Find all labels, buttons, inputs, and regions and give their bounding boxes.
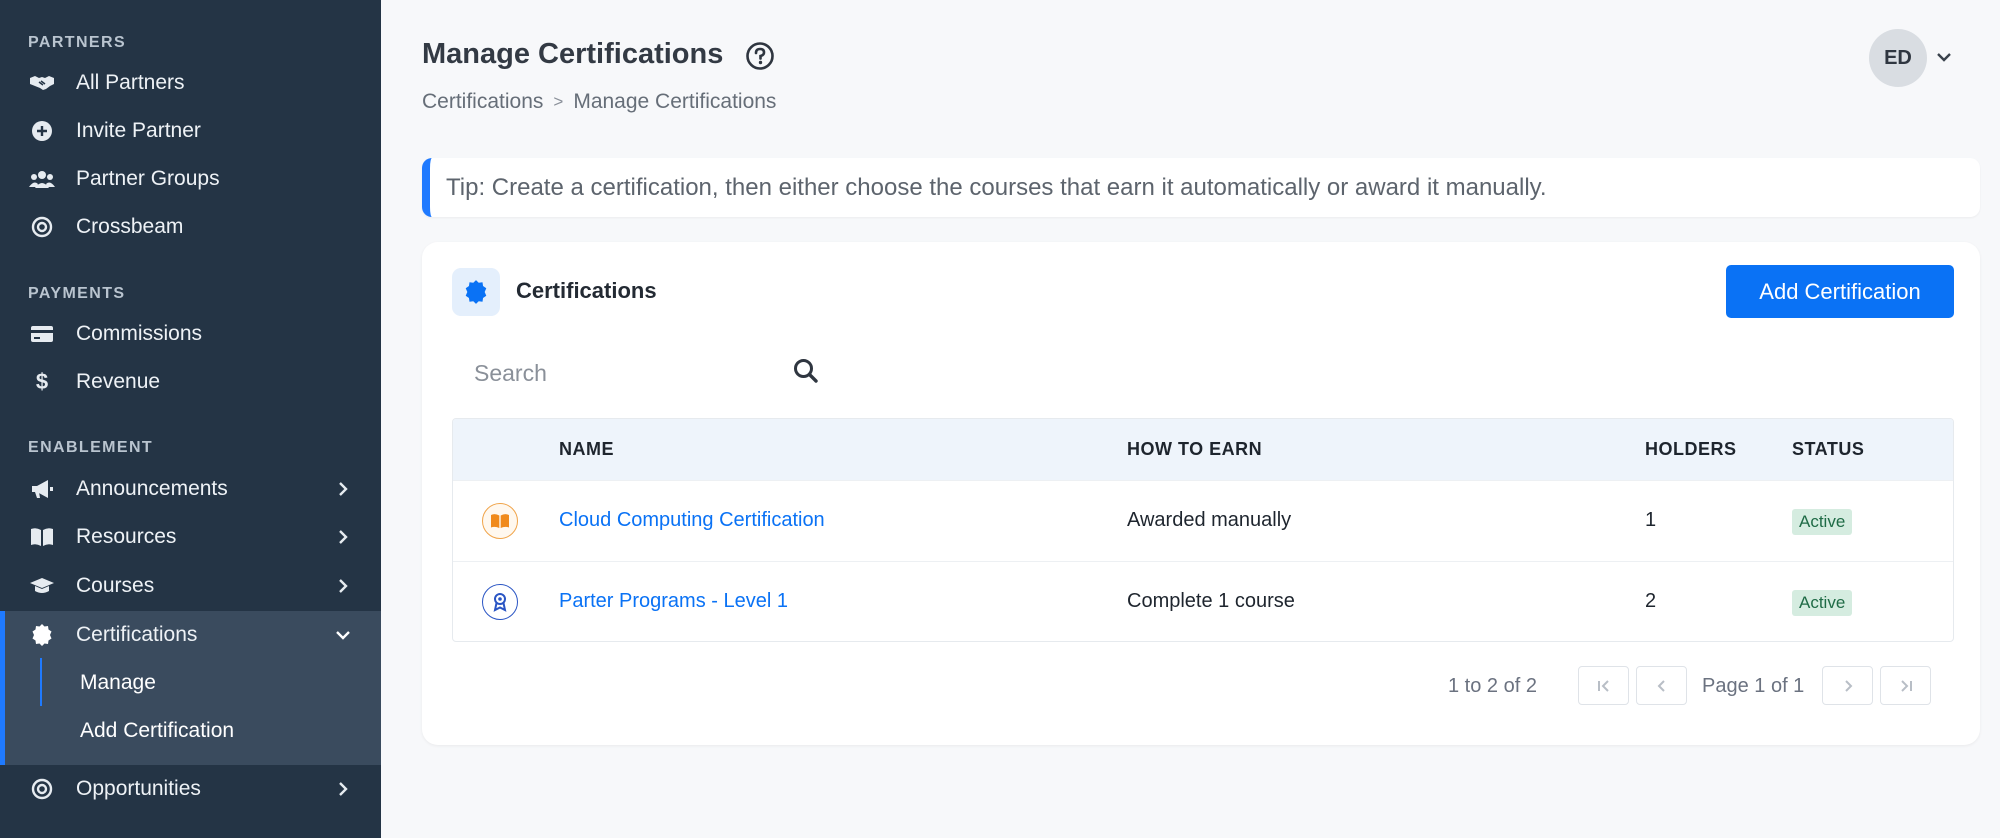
section-label-partners: PARTNERS [28, 34, 127, 51]
section-label-payments: PAYMENTS [28, 285, 126, 302]
sidebar-item-partner-groups[interactable]: Partner Groups [0, 155, 381, 203]
how-to-earn-cell: Awarded manually [1127, 509, 1292, 531]
chevron-right-icon [339, 530, 348, 544]
book-icon [28, 523, 56, 551]
sidebar-item-label: Courses [76, 574, 155, 597]
card-title: Certifications [516, 278, 657, 303]
pagination-page-text: Page 1 of 1 [1702, 675, 1805, 697]
column-header-how-to-earn[interactable]: HOW TO EARN [1127, 439, 1262, 460]
holders-cell: 2 [1645, 590, 1657, 612]
card-icon-box [452, 268, 500, 316]
sidebar-subitem-manage[interactable]: Manage [80, 659, 156, 707]
sidebar-item-all-partners[interactable]: All Partners [0, 59, 381, 107]
target-icon [28, 775, 56, 803]
next-page-button[interactable] [1822, 666, 1873, 705]
sidebar-item-invite-partner[interactable]: Invite Partner [0, 107, 381, 155]
tip-banner: Tip: Create a certification, then either… [422, 158, 1980, 217]
certificate-icon [28, 621, 56, 649]
first-page-button[interactable] [1578, 666, 1629, 705]
breadcrumb-separator: > [553, 92, 564, 111]
handshake-icon [28, 69, 56, 97]
status-badge: Active [1792, 509, 1853, 535]
sidebar: PARTNERS All Partners Invite Partner Par… [0, 0, 381, 838]
sidebar-item-commissions[interactable]: Commissions [0, 310, 381, 358]
sidebar-item-label: Invite Partner [76, 119, 201, 142]
sidebar-item-label: Announcements [76, 477, 228, 500]
certifications-group: Certifications Manage Add Certification [0, 611, 381, 765]
previous-page-button[interactable] [1636, 666, 1687, 705]
certification-name-link[interactable]: Cloud Computing Certification [559, 509, 825, 532]
certifications-card: Certifications Add Certification NAME HO… [422, 242, 1980, 745]
sidebar-item-label: Resources [76, 525, 177, 548]
sidebar-item-courses[interactable]: Courses [0, 562, 381, 610]
section-label-enablement: ENABLEMENT [28, 439, 154, 456]
pagination-count: 1 to 2 of 2 [1448, 675, 1537, 697]
certificate-icon [465, 280, 487, 304]
sidebar-item-announcements[interactable]: Announcements [0, 465, 381, 513]
table-row[interactable]: Cloud Computing Certification Awarded ma… [453, 480, 1953, 561]
megaphone-icon [28, 475, 56, 503]
last-page-button[interactable] [1880, 666, 1931, 705]
book-open-icon [482, 503, 518, 539]
chevron-left-icon [1657, 679, 1665, 692]
chevron-right-icon [339, 579, 348, 593]
submenu-active-indicator [40, 658, 42, 706]
chevron-right-icon [339, 482, 348, 496]
holders-cell: 1 [1645, 509, 1657, 531]
users-icon [28, 165, 56, 193]
certification-name-link[interactable]: Parter Programs - Level 1 [559, 590, 788, 613]
status-badge: Active [1792, 590, 1853, 616]
sidebar-item-opportunities[interactable]: Opportunities [0, 765, 381, 813]
breadcrumb-current: Manage Certifications [573, 90, 777, 113]
dollar-icon: $ [35, 369, 49, 394]
chevron-right-icon [1844, 679, 1852, 692]
column-header-name[interactable]: NAME [559, 439, 614, 460]
sidebar-item-label: Crossbeam [76, 215, 184, 238]
sidebar-item-label: Opportunities [76, 777, 201, 800]
sidebar-item-certifications[interactable]: Certifications [0, 611, 381, 659]
sidebar-item-label: Certifications [76, 623, 198, 646]
how-to-earn-cell: Complete 1 course [1127, 590, 1295, 612]
search-icon[interactable] [791, 356, 821, 386]
sidebar-item-label: Partner Groups [76, 167, 220, 190]
first-page-icon [1597, 679, 1609, 692]
sidebar-item-crossbeam[interactable]: Crossbeam [0, 203, 381, 251]
column-header-status[interactable]: STATUS [1792, 439, 1864, 460]
chevron-down-icon [336, 631, 350, 640]
table-header: NAME HOW TO EARN HOLDERS STATUS [453, 419, 1953, 480]
breadcrumb: Certifications > Manage Certifications [422, 90, 776, 114]
graduation-cap-icon [28, 572, 56, 600]
sidebar-item-revenue[interactable]: $ Revenue [0, 358, 381, 406]
column-header-holders[interactable]: HOLDERS [1645, 439, 1737, 460]
table-row[interactable]: Parter Programs - Level 1 Complete 1 cou… [453, 561, 1953, 641]
last-page-icon [1900, 679, 1912, 692]
chevron-right-icon [339, 782, 348, 796]
plus-circle-icon [28, 117, 56, 145]
add-certification-button[interactable]: Add Certification [1726, 265, 1954, 318]
page-title: Manage Certifications [422, 38, 724, 70]
credit-card-icon [28, 320, 56, 348]
sidebar-item-label: Revenue [76, 370, 161, 393]
sidebar-item-label: All Partners [76, 71, 185, 94]
target-icon [28, 213, 56, 241]
avatar[interactable]: ED [1869, 29, 1927, 87]
sidebar-item-label: Commissions [76, 322, 203, 345]
search-input[interactable] [452, 349, 792, 397]
award-icon [482, 584, 518, 620]
sidebar-subitem-add-certification[interactable]: Add Certification [80, 707, 234, 755]
certifications-table: NAME HOW TO EARN HOLDERS STATUS Cloud Co… [452, 418, 1954, 642]
breadcrumb-link-certifications[interactable]: Certifications [422, 90, 543, 114]
help-icon[interactable] [745, 41, 775, 71]
sidebar-item-resources[interactable]: Resources [0, 513, 381, 561]
chevron-down-icon[interactable] [1934, 47, 1954, 67]
